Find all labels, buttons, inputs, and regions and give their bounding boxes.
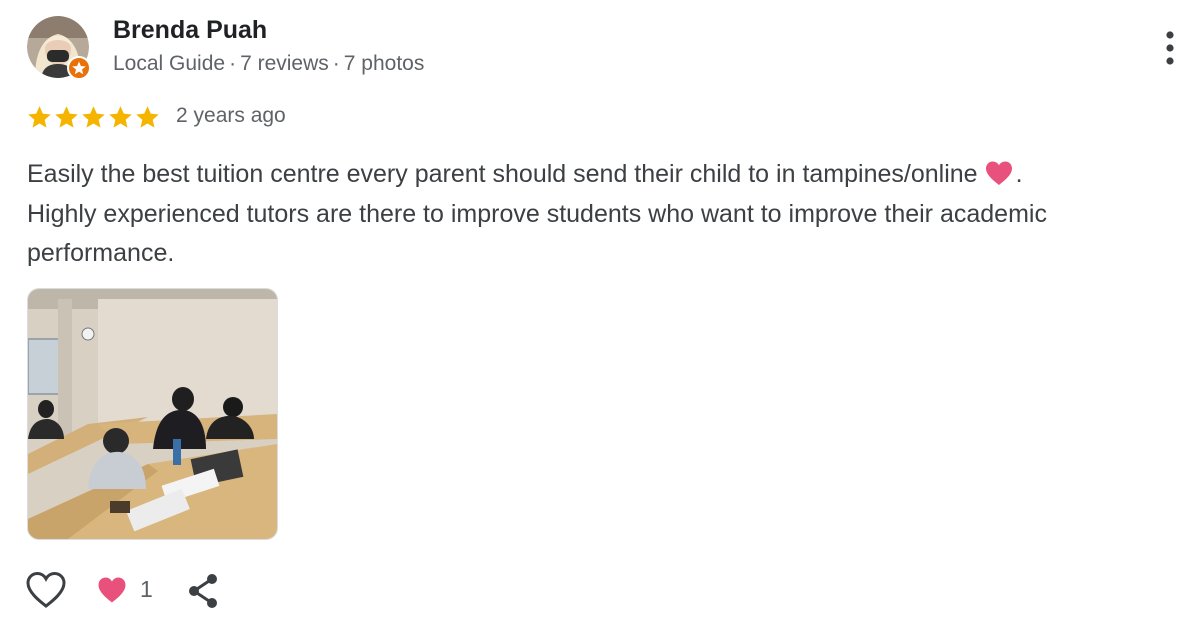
review-photo[interactable] [27,288,278,540]
reviewer-name[interactable]: Brenda Puah [113,16,267,45]
share-button[interactable] [185,572,221,610]
star-rating [26,104,161,132]
star-icon [28,106,51,128]
review-date: 2 years ago [176,104,286,127]
star-icon [109,106,132,128]
avatar[interactable] [27,16,91,80]
like-button[interactable] [25,570,67,612]
more-options-button[interactable] [1156,28,1184,68]
photo-count: 7 photos [343,52,425,75]
review-text-line2: Highly experienced tutors are there to i… [27,199,1047,268]
review-card: Brenda Puah Local Guide · 7 reviews · 7 phot… [0,0,1200,631]
star-icon [82,106,105,128]
more-vert-icon [1166,31,1174,65]
heart-emoji-icon [985,161,1012,185]
reaction-count: 1 [140,576,153,602]
classroom-photo [28,289,277,539]
star-icon [136,106,159,128]
star-icon [55,106,78,128]
review-text-period: . [1015,160,1023,188]
heart-outline-icon [26,571,66,608]
meta-separator: · [332,52,340,75]
heart-filled-icon [98,577,126,603]
review-text: Easily the best tuition centre every par… [27,155,1177,274]
meta-separator: · [229,52,237,75]
reviewer-meta: Local Guide · 7 reviews · 7 photos [113,52,424,76]
local-guide-badge-icon [67,56,91,80]
review-text-line1: Easily the best tuition centre every par… [27,160,978,188]
share-icon [189,574,217,608]
local-guide-label: Local Guide [113,52,226,75]
review-count: 7 reviews [240,52,329,75]
